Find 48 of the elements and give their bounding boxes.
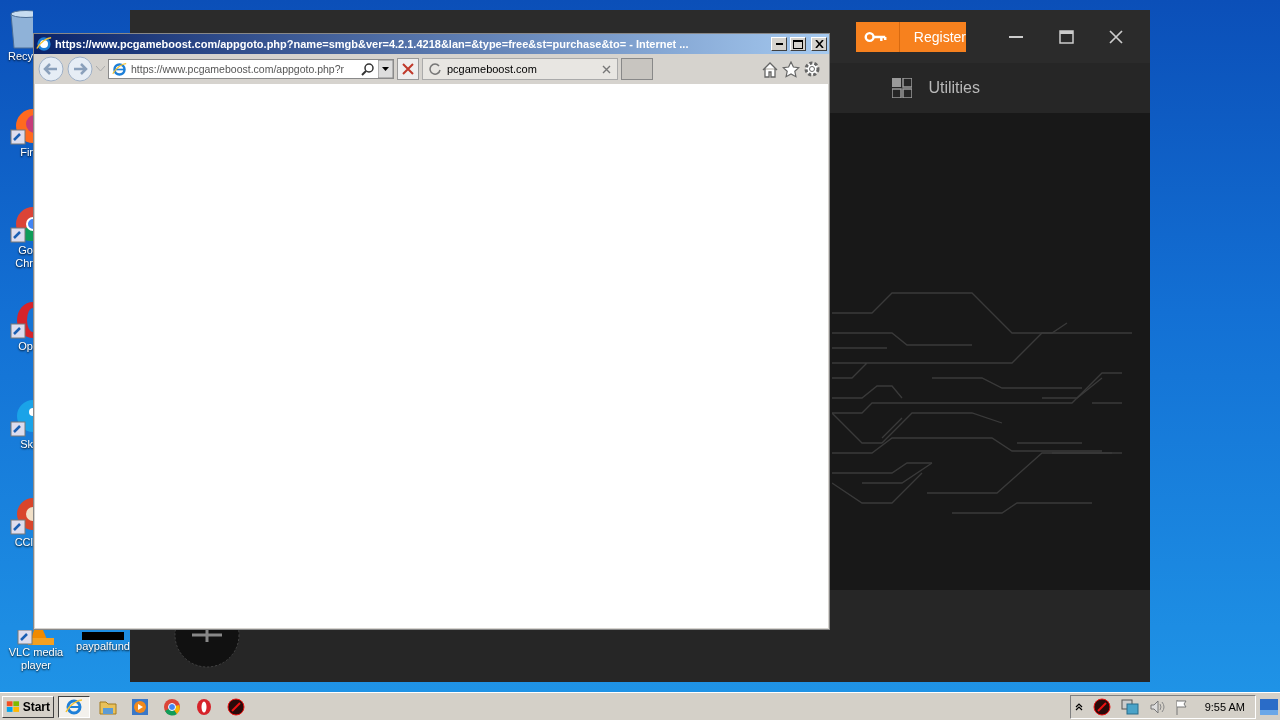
desktop-icon-label[interactable]: Go Chr [8, 244, 33, 270]
desktop-icon-label[interactable]: VLC media player [6, 646, 66, 672]
settings-icon[interactable] [803, 60, 821, 78]
minimize-button[interactable] [771, 37, 787, 51]
close-icon [814, 40, 824, 48]
ie-icon [112, 61, 127, 77]
grid-icon [892, 78, 913, 98]
network-icon[interactable] [1120, 698, 1139, 715]
media-player-icon [131, 697, 149, 716]
desktop-icon-label[interactable]: Recy [8, 50, 33, 63]
folder-icon [99, 698, 117, 715]
maximize-button[interactable] [790, 37, 806, 51]
desktop-icon-label[interactable]: Sk [20, 438, 33, 451]
desktop-icon-label[interactable]: Fir [20, 146, 33, 159]
ie-icon [65, 697, 83, 716]
maximize-icon [1058, 29, 1074, 44]
window-title: https://www.pcgameboost.com/appgoto.php?name=smgb&ver=4.2.1.4218&lan=&type=free&st=purchase&to= - Internet ... [55, 38, 690, 50]
maximize-icon [793, 39, 803, 49]
desktop-icon-label[interactable]: CCl [14, 536, 33, 549]
chrome-icon [163, 697, 181, 716]
windows-logo-icon [6, 698, 21, 715]
desktop-icon-label[interactable]: Op [18, 340, 33, 353]
search-icon[interactable] [361, 62, 374, 76]
stop-button[interactable] [397, 58, 419, 80]
desktop-icon-label[interactable]: paypalfund [76, 640, 130, 653]
recycle-bin-icon [9, 10, 33, 50]
show-desktop-button[interactable] [1260, 698, 1278, 715]
star-icon[interactable] [782, 60, 800, 78]
start-button[interactable]: Start [2, 695, 54, 718]
speaker-icon[interactable] [1148, 698, 1165, 715]
flag-icon[interactable] [1174, 698, 1189, 715]
home-icon[interactable] [761, 60, 779, 78]
ie-icon [36, 36, 52, 52]
add-button[interactable] [174, 630, 240, 668]
browser-tab[interactable]: pcgameboost.com [422, 58, 618, 80]
key-icon [864, 31, 887, 42]
minimize-icon [775, 43, 783, 45]
minimize-icon [1009, 35, 1023, 38]
close-icon[interactable] [602, 64, 611, 74]
chevron-up-icon[interactable] [1074, 702, 1083, 711]
clock[interactable]: 9:55 AM [1204, 700, 1245, 713]
dropdown-button[interactable] [378, 60, 393, 78]
address-field[interactable]: https://www.pcgameboost.com/appgoto.php?r [108, 59, 394, 79]
close-button[interactable] [811, 37, 827, 51]
nav-tab[interactable]: Utilities [928, 79, 980, 97]
close-icon [1109, 29, 1123, 44]
taskbar-button[interactable] [58, 695, 90, 718]
loading-icon [429, 63, 441, 75]
